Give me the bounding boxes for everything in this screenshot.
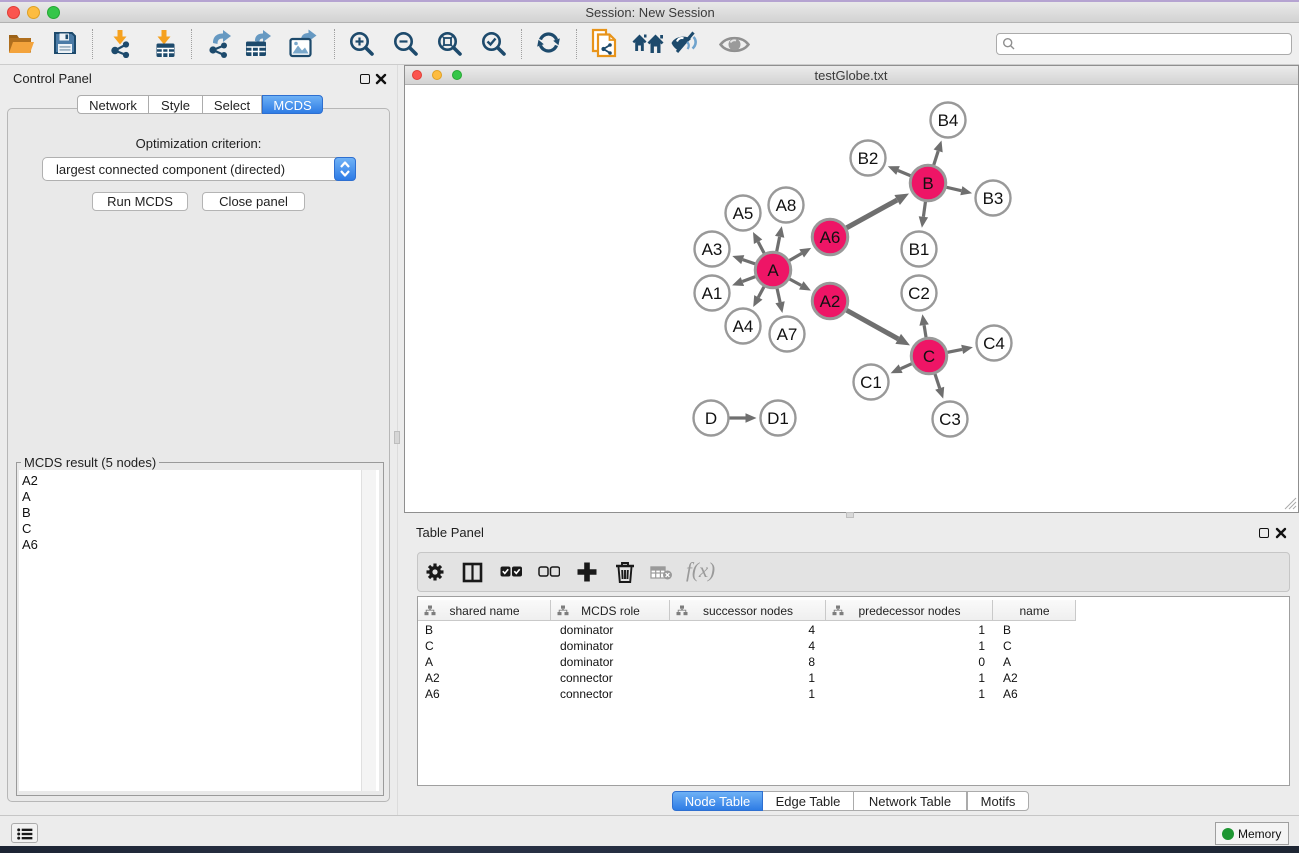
- svg-text:C3: C3: [939, 410, 961, 429]
- svg-text:D: D: [705, 409, 717, 428]
- svg-text:A3: A3: [702, 240, 723, 259]
- svg-text:B1: B1: [909, 240, 930, 259]
- svg-text:B: B: [922, 174, 933, 193]
- svg-text:A1: A1: [702, 284, 723, 303]
- svg-text:B3: B3: [983, 189, 1004, 208]
- svg-text:A: A: [767, 261, 779, 280]
- svg-text:B2: B2: [858, 149, 879, 168]
- svg-text:A7: A7: [777, 325, 798, 344]
- svg-text:C: C: [923, 347, 935, 366]
- svg-text:A6: A6: [820, 228, 841, 247]
- svg-text:C1: C1: [860, 373, 882, 392]
- svg-text:D1: D1: [767, 409, 789, 428]
- svg-text:A4: A4: [733, 317, 754, 336]
- svg-text:C2: C2: [908, 284, 930, 303]
- svg-text:A5: A5: [733, 204, 754, 223]
- svg-text:A2: A2: [820, 292, 841, 311]
- svg-text:C4: C4: [983, 334, 1005, 353]
- svg-text:A8: A8: [776, 196, 797, 215]
- svg-text:B4: B4: [938, 111, 959, 130]
